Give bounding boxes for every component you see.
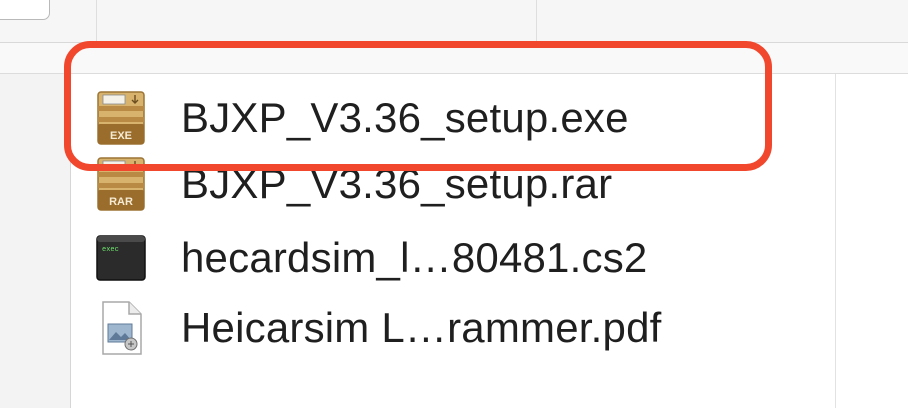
toolbar-divider: [96, 0, 97, 42]
rar-archive-icon: RAR: [97, 157, 145, 211]
exe-archive-icon: EXE: [97, 91, 145, 145]
file-name: hecardsim_l…80481.cs2: [181, 234, 648, 281]
file-row[interactable]: Heicarsim L…rammer.pdf: [95, 298, 662, 358]
finder-window: EXE BJXP_V3.36_setup.exe RAR BJXP_V3.36_…: [0, 0, 908, 408]
exe-badge-text: EXE: [110, 130, 132, 142]
file-name: Heicarsim L…rammer.pdf: [181, 304, 662, 351]
terminal-badge-text: exec: [102, 246, 119, 254]
toolbar: [0, 0, 908, 43]
column-header-strip: [0, 43, 908, 74]
toolbar-button[interactable]: [0, 0, 50, 20]
file-name: BJXP_V3.36_setup.rar: [181, 160, 613, 207]
pdf-preview-icon: [102, 301, 142, 355]
toolbar-divider: [536, 0, 537, 42]
file-row[interactable]: RAR BJXP_V3.36_setup.rar: [95, 154, 612, 214]
terminal-icon: exec: [96, 235, 146, 281]
file-name: BJXP_V3.36_setup.exe: [181, 94, 629, 141]
sidebar: [0, 74, 71, 408]
rar-badge-text: RAR: [109, 196, 133, 208]
file-row[interactable]: exec hecardsim_l…80481.cs2: [95, 228, 647, 288]
file-row[interactable]: EXE BJXP_V3.36_setup.exe: [95, 88, 629, 148]
preview-column: [836, 74, 908, 408]
